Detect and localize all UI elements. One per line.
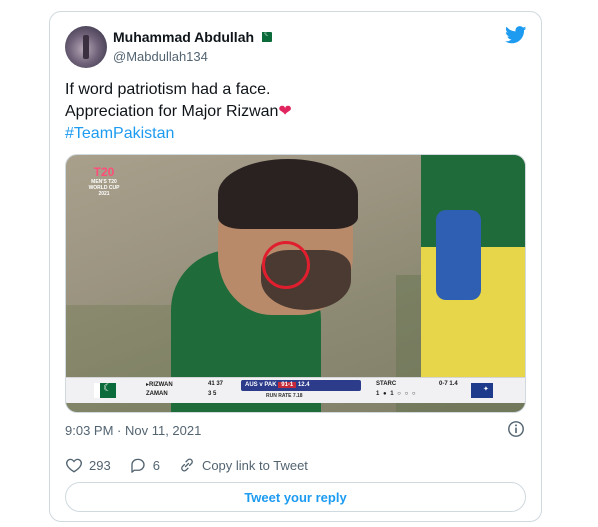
tweet-line-2-text: Appreciation for Major Rizwan	[65, 103, 279, 120]
pakistan-flag-icon	[94, 383, 116, 398]
heart-emoji-icon: ❤	[278, 103, 292, 120]
batter-2-name: ZAMAN	[146, 391, 168, 397]
like-count: 293	[89, 457, 111, 473]
t20-logo-subtext: MEN'S T20 WORLD CUP 2021	[88, 179, 120, 197]
copy-link-label: Copy link to Tweet	[201, 457, 308, 473]
match-name: AUS v PAK	[245, 382, 277, 388]
author-name-row[interactable]: Muhammad Abdullah	[113, 29, 273, 45]
twitter-bird-icon[interactable]	[505, 26, 527, 44]
over-balls: 1 ● 1 ○ ○ ○	[376, 391, 417, 397]
bowler-figures: 0-7 1.4	[439, 381, 458, 387]
australia-flag-icon	[471, 383, 493, 398]
like-button[interactable]: 293	[65, 456, 111, 474]
t20-world-cup-logo: T20 MEN'S T20 WORLD CUP 2021	[84, 165, 124, 199]
author-handle[interactable]: @Mabdullah134	[113, 49, 208, 64]
batter-2-runs: 3 5	[208, 391, 217, 397]
tweet-your-reply-button[interactable]: Tweet your reply	[65, 482, 526, 512]
blue-glove	[436, 210, 481, 300]
tweet-card: Muhammad Abdullah @Mabdullah134 If word …	[49, 11, 542, 522]
batter-1-runs: 41 37	[208, 381, 224, 387]
batter-1-name: ▸RIZWAN	[146, 382, 173, 388]
tweet-timestamp[interactable]: 9:03 PM · Nov 11, 2021	[65, 423, 201, 438]
player-hair	[218, 159, 358, 229]
avatar[interactable]	[65, 26, 107, 68]
info-icon[interactable]	[507, 420, 525, 438]
tweet-actions: 293 6 Copy link to Tweet	[65, 456, 326, 474]
reply-bubble-icon	[130, 458, 145, 473]
reply-count-button[interactable]: 6	[129, 456, 160, 474]
pakistan-flag-icon	[259, 29, 273, 42]
team-score: 91-1	[278, 382, 297, 388]
run-rate: RUN RATE 7.18	[266, 393, 303, 399]
t20-logo-text: T20	[93, 165, 115, 179]
tweet-text: If word patriotism had a face. Appreciat…	[65, 79, 292, 145]
cricket-scorebar: ▸RIZWAN ZAMAN 41 37 3 5 AUS v PAK 91-1 1…	[66, 377, 525, 403]
reply-count: 6	[152, 457, 160, 473]
match-score-strip: AUS v PAK 91-1 12.4	[241, 380, 361, 391]
heart-outline-icon	[66, 458, 82, 473]
tweet-line-1: If word patriotism had a face.	[65, 81, 271, 98]
tweet-media-image[interactable]: T20 MEN'S T20 WORLD CUP 2021 ▸RIZWAN ZAM…	[65, 154, 526, 413]
bowler-name: STARC	[376, 381, 397, 387]
tweet-line-2: Appreciation for Major Rizwan❤	[65, 101, 292, 123]
author-name[interactable]: Muhammad Abdullah	[113, 29, 254, 45]
link-icon	[181, 458, 193, 472]
hashtag-link[interactable]: #TeamPakistan	[65, 123, 292, 145]
copy-link-button[interactable]: Copy link to Tweet	[178, 456, 308, 474]
red-circle-highlight	[262, 241, 310, 289]
overs: 12.4	[297, 382, 310, 388]
